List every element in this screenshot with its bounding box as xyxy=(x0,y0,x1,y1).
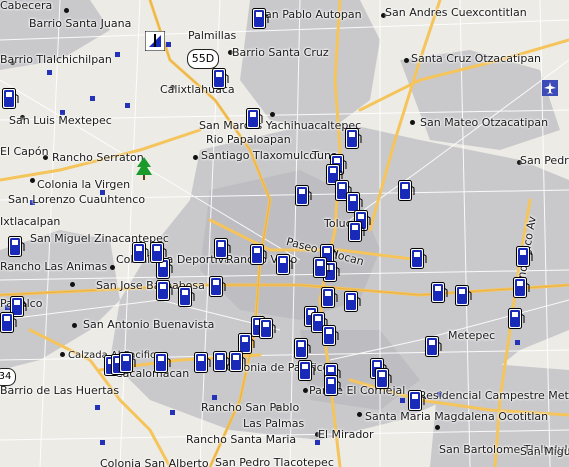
place-label: Barrio Tlalchichilpan xyxy=(0,53,112,66)
locality-dot xyxy=(270,112,275,117)
fuel-pump-icon[interactable] xyxy=(294,338,311,360)
fuel-pump-icon[interactable] xyxy=(408,390,425,412)
place-label: San Antonio Buenavista xyxy=(83,318,215,331)
place-label: El Mirador xyxy=(318,428,374,441)
fuel-pump-icon[interactable] xyxy=(229,351,246,373)
fuel-pump-icon[interactable] xyxy=(295,185,312,207)
fuel-pump-icon[interactable] xyxy=(425,336,442,358)
fuel-pump-icon[interactable] xyxy=(0,312,17,334)
fuel-pump-icon[interactable] xyxy=(431,282,448,304)
place-label: San Pedro Tlacotepec xyxy=(215,456,334,467)
place-label: Metepec xyxy=(448,329,496,342)
place-label: San Andres Cuexcontitlan xyxy=(385,6,527,19)
fuel-pump-icon[interactable] xyxy=(119,352,136,374)
map-view[interactable]: Cabecera Barrio Santa Juana San Pablo Au… xyxy=(0,0,569,467)
fuel-pump-icon[interactable] xyxy=(259,318,276,340)
locality-dot xyxy=(30,178,35,183)
locality-dot xyxy=(404,58,409,63)
fuel-pump-icon[interactable] xyxy=(321,287,338,309)
fuel-pump-icon[interactable] xyxy=(348,221,365,243)
place-label: San Marcos Yachihuacaltepec xyxy=(199,119,362,132)
fuel-pump-icon[interactable] xyxy=(345,128,362,150)
fuel-pump-icon[interactable] xyxy=(455,285,472,307)
place-label: San Pablo Autopan xyxy=(258,8,362,21)
fuel-pump-icon[interactable] xyxy=(252,8,269,30)
route-shield: 34 xyxy=(0,368,16,386)
place-label: Rancho Santa Maria xyxy=(186,433,297,446)
place-label: San Luis Mextepec xyxy=(9,114,112,127)
place-label: San Pedro xyxy=(520,154,569,167)
place-label: Rio Papaloapan xyxy=(206,133,291,146)
place-label: Santa Cruz Otzacatipan xyxy=(411,52,542,65)
locality-dot xyxy=(435,425,440,430)
place-label: Rancho Serraton xyxy=(52,151,144,164)
fuel-pump-icon[interactable] xyxy=(250,244,267,266)
fuel-pump-icon[interactable] xyxy=(398,180,415,202)
fuel-pump-icon[interactable] xyxy=(150,242,167,264)
place-label: Colonia la Virgen xyxy=(37,178,131,191)
place-label: Santa Maria Magdalena Ocotitlan xyxy=(365,410,549,423)
fuel-pump-icon[interactable] xyxy=(132,242,149,264)
place-label: Barrio de Las Huertas xyxy=(0,384,120,397)
fuel-pump-icon[interactable] xyxy=(513,277,530,299)
locality-dot xyxy=(410,120,415,125)
place-label: Colonia San Alberto xyxy=(100,457,209,467)
fuel-pump-icon[interactable] xyxy=(178,286,195,308)
fuel-pump-icon[interactable] xyxy=(194,352,211,374)
fuel-pump-icon[interactable] xyxy=(213,351,230,373)
place-label: Santiago Tlaxomulco xyxy=(201,149,316,162)
place-label: Barrio Santa Cruz xyxy=(232,46,329,59)
route-shield: 55D xyxy=(187,49,219,69)
fuel-pump-icon[interactable] xyxy=(156,280,173,302)
fuel-pump-icon[interactable] xyxy=(313,257,330,279)
place-label: Cabecera xyxy=(0,0,53,12)
landmark-icon[interactable] xyxy=(145,31,165,51)
fuel-pump-icon[interactable] xyxy=(246,108,263,130)
fuel-pump-icon[interactable] xyxy=(516,246,533,268)
fuel-pump-icon[interactable] xyxy=(324,375,341,397)
fuel-pump-icon[interactable] xyxy=(322,325,339,347)
locality-dot xyxy=(357,412,362,417)
fuel-pump-icon[interactable] xyxy=(344,291,361,313)
fuel-pump-icon[interactable] xyxy=(212,68,229,90)
locality-dot xyxy=(193,155,198,160)
airport-icon[interactable] xyxy=(542,80,558,96)
locality-dot xyxy=(303,388,308,393)
place-label: El Capón xyxy=(0,145,49,158)
place-label: Residencial Campestre Metepec xyxy=(419,389,569,402)
fuel-pump-icon[interactable] xyxy=(298,360,315,382)
locality-dot xyxy=(60,352,65,357)
fuel-pump-icon[interactable] xyxy=(508,308,525,330)
locality-dot xyxy=(72,323,77,328)
tree-icon xyxy=(136,157,152,180)
place-label: Rancho San Pablo xyxy=(201,401,300,414)
fuel-pump-icon[interactable] xyxy=(375,368,392,390)
fuel-pump-icon[interactable] xyxy=(209,276,226,298)
locality-dot xyxy=(110,265,115,270)
place-label: Las Palmas xyxy=(243,417,305,430)
fuel-pump-icon[interactable] xyxy=(214,238,231,260)
place-label: San Lorenzo Cuauhtenco xyxy=(8,193,146,206)
place-label: Barrio Santa Juana xyxy=(29,17,132,30)
place-label: Rancho Las Animas xyxy=(0,260,108,273)
fuel-pump-icon[interactable] xyxy=(2,88,19,110)
fuel-pump-icon[interactable] xyxy=(410,248,427,270)
locality-dot xyxy=(64,8,69,13)
place-label: Palmillas xyxy=(188,29,237,42)
locality-dot xyxy=(70,282,75,287)
place-label: Ixtlacalpan xyxy=(0,215,61,228)
place-label: San Miguel xyxy=(520,445,569,458)
fuel-pump-icon[interactable] xyxy=(276,254,293,276)
fuel-pump-icon[interactable] xyxy=(154,352,171,374)
place-label: San Mateo Otzacatipan xyxy=(420,116,549,129)
fuel-pump-icon[interactable] xyxy=(8,236,25,258)
